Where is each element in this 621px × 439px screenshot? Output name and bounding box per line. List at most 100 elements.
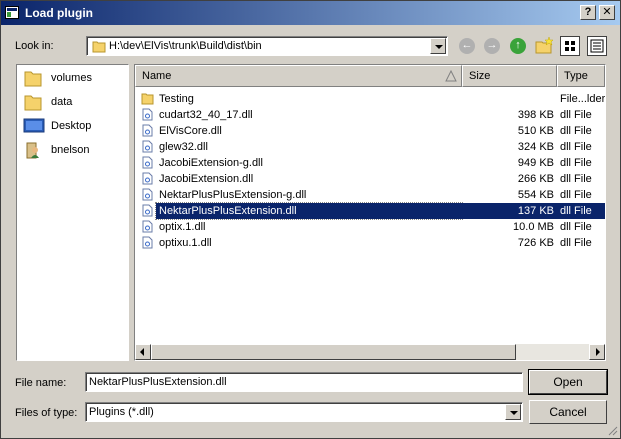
file-type: dll File (560, 141, 592, 153)
folder-icon (24, 95, 42, 111)
file-name: optix.1.dll (159, 221, 206, 233)
new-folder-button[interactable] (534, 36, 554, 56)
file-size: 510 KB (517, 125, 554, 137)
title-bar[interactable]: Load plugin ? ✕ (1, 1, 620, 25)
file-size (462, 91, 557, 107)
scrollbar-thumb[interactable] (151, 344, 516, 360)
file-size: 266 KB (517, 173, 554, 185)
scroll-left-button[interactable] (135, 344, 151, 360)
look-in-label: Look in: (15, 40, 54, 52)
parent-directory-button[interactable]: ↑ (508, 36, 528, 56)
resize-grip-icon[interactable] (606, 424, 618, 436)
file-type: File...lder (560, 93, 605, 105)
file-row[interactable]: ElVisCore.dll 510 KB dll File (135, 123, 605, 139)
back-button[interactable]: ← (457, 36, 477, 56)
user-folder-icon (26, 142, 39, 159)
file-row[interactable]: glew32.dll 324 KB dll File (135, 139, 605, 155)
file-type: dll File (560, 189, 592, 201)
load-plugin-dialog: Load plugin ? ✕ Look in: H:\dev\ElVis\tr… (0, 0, 621, 439)
look-in-path: H:\dev\ElVis\trunk\Build\dist\bin (109, 40, 262, 52)
dll-file-icon (142, 108, 153, 121)
column-header-type[interactable]: Type (557, 65, 605, 87)
new-folder-icon (535, 36, 554, 54)
places-sidebar: volumes data Desktop bnelson (16, 64, 129, 361)
folder-icon (141, 93, 154, 105)
file-row[interactable]: optix.1.dll 10.0 MB dll File (135, 219, 605, 235)
desktop-icon (23, 118, 45, 133)
file-size: 554 KB (517, 189, 554, 201)
file-name: Testing (159, 93, 194, 105)
file-size: 137 KB (462, 203, 557, 219)
place-label: Desktop (51, 120, 92, 132)
file-name: JacobiExtension.dll (159, 173, 254, 185)
file-name: ElVisCore.dll (159, 125, 222, 137)
place-volumes[interactable]: volumes (17, 67, 128, 89)
file-size: 324 KB (517, 141, 554, 153)
detail-view-button[interactable] (587, 36, 607, 56)
help-button[interactable]: ? (580, 5, 596, 20)
file-row[interactable]: optixu.1.dll 726 KB dll File (135, 235, 605, 251)
file-row[interactable]: JacobiExtension.dll 266 KB dll File (135, 171, 605, 187)
chevron-left-icon (140, 348, 144, 356)
file-name: JacobiExtension-g.dll (159, 157, 263, 169)
folder-icon (92, 41, 106, 53)
place-label: bnelson (51, 144, 90, 156)
app-icon (5, 6, 19, 19)
place-label: volumes (51, 72, 92, 84)
column-label: Size (469, 70, 491, 82)
grid-view-icon (565, 41, 575, 51)
dll-file-icon (142, 188, 153, 201)
open-button[interactable]: Open (528, 369, 608, 395)
dll-file-icon (142, 204, 153, 217)
file-type-select[interactable]: Plugins (*.dll) (85, 402, 523, 422)
chevron-down-icon[interactable] (430, 38, 446, 54)
scroll-right-button[interactable] (589, 344, 605, 360)
dll-file-icon (142, 220, 153, 233)
file-type: dll File (560, 221, 592, 233)
file-type: dll File (557, 203, 605, 219)
list-view-button[interactable] (560, 36, 580, 56)
chevron-down-icon[interactable] (505, 404, 521, 420)
column-header-name[interactable]: Name (135, 65, 462, 87)
forward-button[interactable]: → (482, 36, 502, 56)
horizontal-scrollbar[interactable] (135, 344, 605, 360)
folder-icon (24, 71, 42, 87)
window-title: Load plugin (25, 6, 93, 20)
file-name-input[interactable]: NektarPlusPlusExtension.dll (85, 372, 523, 392)
file-size: 726 KB (517, 237, 554, 249)
file-row[interactable]: JacobiExtension-g.dll 949 KB dll File (135, 155, 605, 171)
column-header-size[interactable]: Size (462, 65, 557, 87)
file-row-selected[interactable]: NektarPlusPlusExtension.dll 137 KB dll F… (135, 202, 605, 220)
place-bnelson[interactable]: bnelson (17, 139, 128, 161)
dll-file-icon (142, 124, 153, 137)
up-arrow-icon: ↑ (510, 38, 526, 54)
cancel-button[interactable]: Cancel (529, 400, 607, 424)
file-row[interactable]: cudart32_40_17.dll 398 KB dll File (135, 107, 605, 123)
details-view-icon (590, 39, 604, 53)
look-in-combo[interactable]: H:\dev\ElVis\trunk\Build\dist\bin (86, 36, 448, 56)
file-name: NektarPlusPlusExtension.dll (155, 202, 463, 220)
file-size: 398 KB (517, 109, 554, 121)
file-name: cudart32_40_17.dll (159, 109, 253, 121)
dll-file-icon (142, 172, 153, 185)
file-name-label: File name: (15, 377, 67, 389)
file-type: dll File (560, 173, 592, 185)
dll-file-icon (142, 156, 153, 169)
file-name: glew32.dll (159, 141, 208, 153)
place-desktop[interactable]: Desktop (17, 115, 128, 137)
sort-ascending-icon (445, 70, 457, 82)
file-row[interactable]: NektarPlusPlusExtension-g.dll 554 KB dll… (135, 187, 605, 203)
dll-file-icon (142, 140, 153, 153)
file-list: Name Size Type Testing File...lder cudar… (134, 64, 606, 361)
file-type: dll File (560, 237, 592, 249)
file-row-folder[interactable]: Testing File...lder (135, 91, 605, 107)
column-label: Name (142, 70, 172, 82)
file-size: 949 KB (517, 157, 554, 169)
column-label: Type (564, 70, 588, 82)
file-type: dll File (560, 125, 592, 137)
dll-file-icon (142, 236, 153, 249)
close-button[interactable]: ✕ (599, 5, 615, 20)
file-name: optixu.1.dll (159, 237, 212, 249)
place-data[interactable]: data (17, 91, 128, 113)
file-type-value: Plugins (*.dll) (89, 406, 154, 418)
